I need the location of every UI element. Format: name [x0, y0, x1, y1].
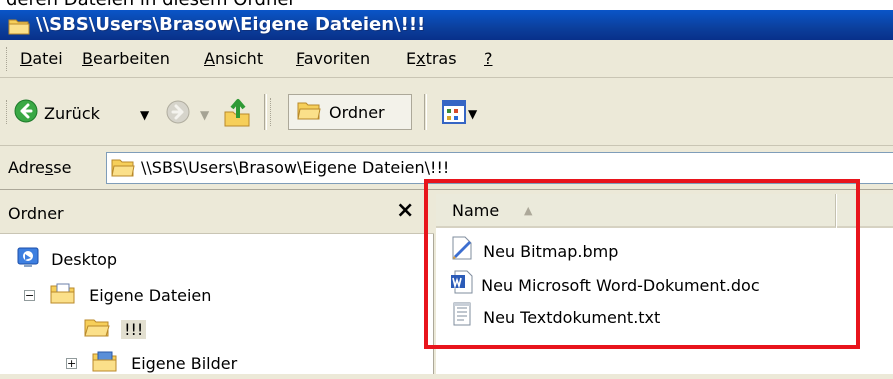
- forward-arrow-icon: [166, 100, 190, 128]
- tree-item-eigene-bilder[interactable]: Eigene Bilder: [92, 350, 237, 379]
- tree-item-label: !!!: [121, 320, 147, 339]
- file-item[interactable]: Neu Textdokument.txt: [450, 302, 660, 334]
- back-dropdown-icon[interactable]: ▼: [140, 108, 149, 122]
- folders-toggle-label: Ordner: [329, 102, 385, 122]
- toolbar-grip[interactable]: [6, 100, 10, 124]
- window-titlebar[interactable]: \\SBS\Users\Brasow\Eigene Dateien\!!!: [0, 10, 893, 40]
- toolbar-separator: [264, 94, 267, 130]
- tree-item-label: Eigene Bilder: [131, 354, 238, 373]
- column-header-label: Name: [452, 201, 500, 220]
- folder-icon: [297, 100, 321, 124]
- up-folder-icon: [222, 99, 252, 132]
- my-pictures-icon: [92, 350, 118, 379]
- address-value: \\SBS\Users\Brasow\Eigene Dateien\!!!: [141, 158, 450, 177]
- toolbar-grip-2: [270, 98, 274, 126]
- file-item[interactable]: Neu Bitmap.bmp: [450, 236, 618, 268]
- close-icon[interactable]: ×: [396, 198, 414, 223]
- menu-help[interactable]: ?: [484, 48, 493, 70]
- file-item[interactable]: Neu Microsoft Word-Dokument.doc: [450, 270, 760, 302]
- tree-item-desktop[interactable]: Desktop: [16, 246, 117, 275]
- file-name: Neu Microsoft Word-Dokument.doc: [481, 275, 760, 295]
- sort-ascending-icon: ▲: [524, 204, 533, 217]
- menu-ansicht[interactable]: Ansicht: [204, 48, 263, 70]
- back-arrow-icon: [14, 99, 38, 127]
- standard-toolbar: Zurück ▼ ▼ Ordner ▼: [0, 78, 893, 146]
- tree-item-label: Eigene Dateien: [89, 286, 212, 305]
- folders-pane-header: Ordner ×: [0, 194, 434, 234]
- menu-extras[interactable]: Extras: [406, 48, 457, 70]
- toolbar-separator: [424, 94, 427, 130]
- back-button[interactable]: Zurück: [14, 99, 100, 127]
- expand-icon[interactable]: +: [66, 358, 77, 369]
- my-documents-icon: [50, 282, 76, 311]
- address-input[interactable]: \\SBS\Users\Brasow\Eigene Dateien\!!!: [106, 152, 893, 184]
- folders-pane: Ordner × Desktop − Eigene Dateien !!! + …: [0, 194, 434, 374]
- folders-pane-title: Ordner: [8, 204, 64, 223]
- folder-icon: [8, 15, 30, 35]
- folder-icon: [111, 157, 135, 181]
- address-bar: Adresse \\SBS\Users\Brasow\Eigene Dateie…: [0, 146, 893, 190]
- menu-bearbeiten[interactable]: Bearbeiten: [82, 48, 170, 70]
- text-document-icon: [450, 302, 474, 334]
- collapse-icon[interactable]: −: [24, 290, 35, 301]
- menu-datei[interactable]: Datei: [20, 48, 63, 70]
- files-pane: Name ▲ Neu Bitmap.bmp Neu Microsoft Word…: [436, 194, 893, 374]
- tree-item-eigene-dateien[interactable]: Eigene Dateien: [50, 282, 211, 311]
- folders-toggle-button[interactable]: Ordner: [288, 94, 412, 130]
- menu-bar: Datei Bearbeiten Ansicht Favoriten Extra…: [0, 40, 893, 78]
- menu-grip[interactable]: [6, 47, 10, 71]
- column-header-empty[interactable]: [837, 194, 893, 228]
- bitmap-file-icon: [450, 236, 474, 268]
- tree-item-selected-folder[interactable]: !!!: [84, 316, 147, 345]
- file-name: Neu Bitmap.bmp: [483, 241, 619, 261]
- views-button[interactable]: ▼: [442, 100, 477, 128]
- address-label: Adresse: [8, 158, 72, 177]
- forward-button[interactable]: [166, 100, 190, 128]
- views-icon: [442, 100, 466, 128]
- folder-open-icon: [84, 316, 110, 345]
- menu-favoriten[interactable]: Favoriten: [296, 48, 370, 70]
- file-name: Neu Textdokument.txt: [483, 307, 661, 327]
- forward-dropdown-icon[interactable]: ▼: [200, 108, 209, 122]
- desktop-icon: [16, 246, 40, 275]
- back-label: Zurück: [44, 103, 100, 123]
- word-document-icon: [450, 270, 474, 302]
- views-dropdown-icon: ▼: [468, 107, 478, 121]
- tree-item-label: Desktop: [51, 250, 118, 269]
- column-header-name[interactable]: Name ▲: [436, 194, 836, 228]
- up-button[interactable]: [222, 96, 252, 132]
- window-title: \\SBS\Users\Brasow\Eigene Dateien\!!!: [36, 14, 426, 35]
